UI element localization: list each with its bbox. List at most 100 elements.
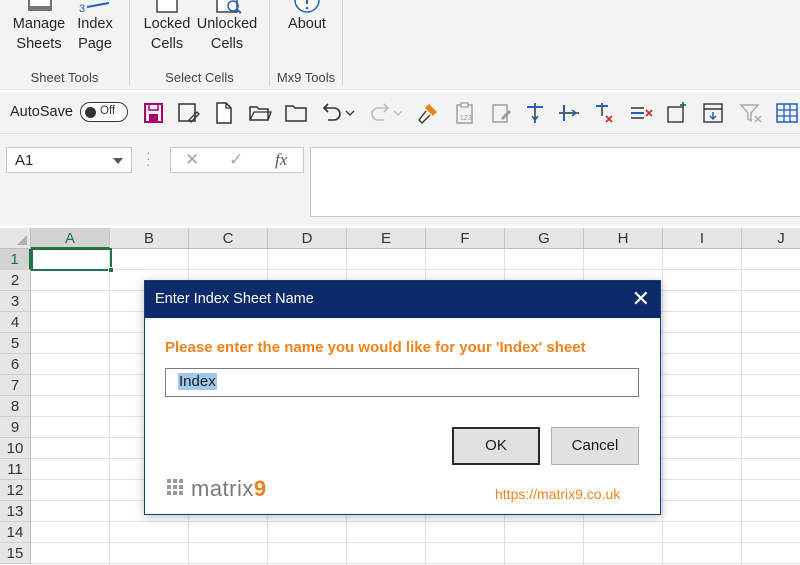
quick-access-toolbar: AutoSave Off 123 [0,92,800,134]
folder-icon[interactable] [283,100,309,126]
dialog-title: Enter Index Sheet Name [155,291,314,307]
row-header-4[interactable]: 4 [0,312,31,333]
index-sheet-name-input[interactable]: Index [165,368,639,397]
insert-function-icon[interactable]: fx [275,150,287,170]
formula-buttons: ✕ ✓ fx [170,147,304,173]
row-header-1[interactable]: 1 [0,249,31,270]
paste-format-icon[interactable] [488,100,514,126]
formula-bar-grip-icon[interactable]: · · · [146,145,151,171]
cancel-button[interactable]: Cancel [551,427,639,465]
undo-icon[interactable] [319,100,345,126]
row-header-12[interactable]: 12 [0,480,31,501]
group-label-select-cells: Select Cells [165,70,234,85]
column-header-j[interactable]: J [742,228,800,249]
logo-wordmark: matrix9 [191,476,267,502]
unlocked-cells-button[interactable]: Unlocked Cells [194,0,260,54]
group-label-mx9-tools: Mx9 Tools [276,70,336,85]
row-header-13[interactable]: 13 [0,501,31,522]
column-header-c[interactable]: C [189,228,268,249]
name-box[interactable]: A1 [6,147,132,173]
row-header-11[interactable]: 11 [0,459,31,480]
unlocked-cells-icon [216,0,242,14]
row-header-5[interactable]: 5 [0,333,31,354]
autosave-toggle[interactable]: Off [80,102,128,122]
logo-dot [173,491,177,495]
autosave-label: AutoSave [10,104,73,120]
insert-row-icon[interactable] [556,100,582,126]
manage-sheets-label-2: Sheets [16,36,62,52]
clipboard-values-icon[interactable]: 123 [452,100,478,126]
column-header-i[interactable]: I [663,228,742,249]
confirm-entry-icon[interactable]: ✓ [229,150,243,170]
column-header-a[interactable]: A [31,228,110,249]
column-header-b[interactable]: B [110,228,189,249]
column-header-f[interactable]: F [426,228,505,249]
insert-column-icon[interactable] [522,100,548,126]
manage-sheets-button[interactable]: Manage Sheets [8,0,70,54]
chevron-down-icon[interactable] [113,158,123,164]
column-header-g[interactable]: G [505,228,584,249]
close-icon[interactable]: ✕ [632,281,650,316]
input-selected-text: Index [178,373,217,390]
formula-input[interactable] [310,147,800,217]
new-sheet-icon[interactable] [664,100,690,126]
row-header-9[interactable]: 9 [0,417,31,438]
formula-bar: A1 · · · ✕ ✓ fx [0,135,800,225]
locked-cells-label-2: Cells [150,36,184,52]
logo-digit: 9 [253,476,267,501]
index-sheet-dialog: Enter Index Sheet Name ✕ Please enter th… [144,280,661,515]
fill-handle[interactable] [108,267,114,273]
svg-text:3: 3 [79,3,85,14]
svg-text:123: 123 [460,115,472,122]
toggle-knob [85,106,96,118]
undo-dropdown-icon[interactable] [343,100,357,126]
row-header-8[interactable]: 8 [0,396,31,417]
cancel-entry-icon[interactable]: ✕ [185,150,199,170]
redo-icon[interactable] [367,100,393,126]
redo-dropdown-icon[interactable] [391,100,405,126]
locked-cells-button[interactable]: Locked Cells [140,0,194,54]
row-header-2[interactable]: 2 [0,270,31,291]
group-label-sheet-tools: Sheet Tools [30,70,99,85]
save-icon[interactable] [141,100,167,126]
table-icon[interactable] [774,100,800,126]
row-header-3[interactable]: 3 [0,291,31,312]
clear-filter-icon[interactable] [738,100,764,126]
save-as-icon[interactable] [175,100,201,126]
row-header-15[interactable]: 15 [0,543,31,564]
about-button[interactable]: About [282,0,332,34]
row-header-6[interactable]: 6 [0,354,31,375]
logo-dot [179,479,183,483]
locked-cells-icon [156,0,178,13]
locked-cells-label-1: Locked [143,16,191,32]
select-all-corner[interactable] [0,228,31,249]
gridline-horizontal [31,563,800,564]
logo-dot [167,485,171,489]
manage-sheets-icon [28,0,52,11]
about-label: About [288,16,326,32]
gridline-vertical [109,249,110,565]
row-header-10[interactable]: 10 [0,438,31,459]
index-page-icon: 3 [79,2,110,14]
delete-row-icon[interactable] [628,100,654,126]
active-cell-a1[interactable] [31,248,114,273]
logo-text: matrix [191,476,254,501]
autosave-state: Off [100,105,116,117]
column-header-e[interactable]: E [347,228,426,249]
column-header-h[interactable]: H [584,228,663,249]
ok-button[interactable]: OK [452,427,540,465]
dialog-title-bar: Enter Index Sheet Name ✕ [145,281,660,318]
unlocked-cells-label-1: Unlocked [196,16,258,32]
ribbon-separator [342,0,343,86]
logo-dot [173,479,177,483]
new-file-icon[interactable] [211,100,237,126]
format-painter-icon[interactable] [415,100,441,126]
row-header-14[interactable]: 14 [0,522,31,543]
open-folder-icon[interactable] [247,100,273,126]
window-icon[interactable] [700,100,726,126]
matrix9-website-link[interactable]: https://matrix9.co.uk [495,486,620,502]
column-header-d[interactable]: D [268,228,347,249]
index-page-button[interactable]: 3 Index Page [74,0,116,54]
row-header-7[interactable]: 7 [0,375,31,396]
delete-column-icon[interactable] [592,100,618,126]
